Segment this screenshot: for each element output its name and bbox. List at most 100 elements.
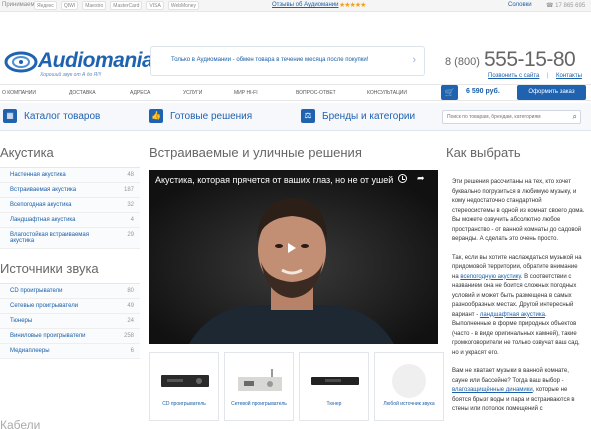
- reviews-link[interactable]: Отзывы об Аудиомании: [272, 2, 339, 8]
- catalog-label: Каталог товаров: [24, 110, 101, 122]
- sidebar-item-label: Настенная акустика: [10, 172, 66, 178]
- payment-logo-qiwi: QIWI: [60, 1, 79, 10]
- product-tile-tuner[interactable]: Тюнер: [299, 352, 369, 421]
- network-player-image: [238, 369, 282, 391]
- chevron-right-icon[interactable]: ›: [412, 54, 416, 66]
- nav-item-about[interactable]: О компании: [2, 90, 36, 96]
- logo-name[interactable]: Audiomania: [38, 49, 154, 73]
- sidebar-item-count: 187: [123, 187, 134, 193]
- video-player[interactable]: Акустика, которая прячется от ваших глаз…: [149, 170, 438, 344]
- promo-text: Только в Аудиомании - обмен товара в теч…: [171, 57, 369, 63]
- moisture-speakers-link[interactable]: влагозащищённые динамики: [452, 387, 533, 393]
- watch-later-icon[interactable]: [398, 174, 407, 183]
- payment-logo-visa: VISA: [146, 1, 164, 10]
- sidebar-item-count: 80: [127, 288, 134, 294]
- cables-title-cut: Кабели: [0, 418, 41, 429]
- logo-swirl-icon[interactable]: [4, 50, 38, 76]
- solutions-label: Готовые решения: [170, 110, 253, 122]
- guide-paragraph: Так, если вы хотите наслаждаться музыкой…: [452, 254, 585, 359]
- sidebar-item-count: 48: [127, 172, 134, 178]
- contacts-link[interactable]: Контакты: [556, 73, 582, 79]
- sidebar-item-wall-speakers[interactable]: Настенная акустика 48: [0, 168, 140, 183]
- nav-item-faq[interactable]: Вопрос-ответ: [296, 90, 336, 96]
- nav-item-consultations[interactable]: Консультации: [367, 90, 407, 96]
- sidebar-item-landscape-speakers[interactable]: Ландшафтная акустика 4: [0, 213, 140, 228]
- payment-logos: Яндекс QIWI Maestro MasterCard VISA WebM…: [34, 1, 200, 10]
- callback-link[interactable]: Позвонить с сайта: [488, 73, 539, 79]
- sidebar-item-label: Ландшафтная акустика: [10, 217, 76, 223]
- cart-icon[interactable]: 🛒: [441, 85, 458, 100]
- brands-menu[interactable]: ⚖ Бренды и категории: [301, 109, 415, 123]
- sidebar-item-outdoor-speakers[interactable]: Всепогодная акустика 32: [0, 198, 140, 213]
- cart-total[interactable]: 6 590 руб.: [466, 88, 500, 95]
- payment-logo-maestro: Maestro: [82, 1, 107, 10]
- sidebar-item-count: 258: [123, 333, 134, 339]
- play-icon[interactable]: [288, 243, 296, 253]
- product-label: Любой источник звука: [383, 401, 435, 407]
- share-icon[interactable]: ➦: [417, 173, 425, 184]
- guide-column: Как выбрать Эти решения рассчитаны на те…: [446, 145, 587, 412]
- top-bar: Принимаем: Яндекс QIWI Maestro MasterCar…: [0, 0, 591, 12]
- sidebar: Акустика Настенная акустика 48 Встраиваем…: [0, 145, 140, 359]
- sidebar-item-count: 32: [127, 202, 134, 208]
- product-tile-cd[interactable]: CD проигрыватель: [149, 352, 219, 421]
- top-phone: ☎ 17 865 695: [546, 3, 586, 9]
- thumbs-up-icon: 👍: [149, 109, 163, 123]
- product-tile-any-source[interactable]: Любой источник звука: [374, 352, 444, 421]
- nav-item-addresses[interactable]: Адреса: [130, 90, 150, 96]
- payment-accept-label: Принимаем:: [2, 2, 37, 8]
- outdoor-speakers-link[interactable]: всепогодную акустику: [460, 274, 520, 280]
- tuner-image: [311, 377, 359, 385]
- payment-logo-mastercard: MasterCard: [110, 1, 143, 10]
- catalog-menu[interactable]: ▦ Каталог товаров: [3, 109, 100, 123]
- sidebar-item-in-wall-speakers[interactable]: Встраиваемая акустика 187: [0, 183, 140, 198]
- brands-label: Бренды и категории: [322, 110, 416, 122]
- page-title: Встраиваемые и уличные решения: [149, 145, 362, 160]
- cart-widget: 🛒 6 590 руб. Оформить заказ: [440, 83, 588, 102]
- sidebar-item-network-players[interactable]: Сетевые проигрыватели 49: [0, 299, 140, 314]
- sidebar-item-label: Виниловые проигрыватели: [10, 333, 86, 339]
- nav-item-delivery[interactable]: Доставка: [69, 90, 96, 96]
- checkout-button[interactable]: Оформить заказ: [517, 85, 586, 100]
- sidebar-item-cd-players[interactable]: CD проигрыватели 80: [0, 284, 140, 299]
- acoustics-list: Настенная акустика 48 Встраиваемая акусти…: [0, 167, 140, 249]
- city-selector[interactable]: Соловки: [508, 2, 532, 8]
- sidebar-item-moisture-speakers[interactable]: Влагостойкая встраиваемая акустика 29: [0, 228, 140, 249]
- video-title: Акустика, которая прячется от ваших глаз…: [155, 175, 394, 185]
- search-input[interactable]: [443, 111, 561, 123]
- payment-logo-yandex: Яндекс: [34, 1, 57, 10]
- promo-banner[interactable]: Только в Аудиомании - обмен товара в теч…: [150, 46, 425, 76]
- sidebar-item-label: Медиаплееры: [10, 348, 50, 354]
- video-frame-image: [149, 170, 438, 344]
- header: Audiomania Хороший звук от А до Я!!! Тол…: [0, 14, 591, 84]
- sources-title: Источники звука: [0, 261, 99, 276]
- sidebar-item-vinyl-players[interactable]: Виниловые проигрыватели 258: [0, 329, 140, 344]
- scale-icon: ⚖: [301, 109, 315, 123]
- logo-tagline: Хороший звук от А до Я!!!: [40, 72, 102, 78]
- solutions-menu[interactable]: 👍 Готовые решения: [149, 109, 252, 123]
- sidebar-item-label: CD проигрыватели: [10, 288, 63, 294]
- product-tiles: CD проигрыватель Сетевой проигрыватель Т…: [149, 352, 444, 421]
- phone-prefix: 8 (800): [445, 56, 480, 68]
- no-image-placeholder: [392, 364, 426, 398]
- sidebar-item-tuners[interactable]: Тюнеры 24: [0, 314, 140, 329]
- nav-item-hifi-world[interactable]: Мир Hi-Fi: [234, 90, 258, 96]
- product-tile-network[interactable]: Сетевой проигрыватель: [224, 352, 294, 421]
- category-bar: ▦ Каталог товаров 👍 Готовые решения ⚖ Бр…: [0, 103, 591, 131]
- sidebar-item-label: Сетевые проигрыватели: [10, 303, 79, 309]
- sidebar-item-count: 24: [127, 318, 134, 324]
- phone-number: 555-15-80: [484, 48, 576, 71]
- grid-icon: ▦: [3, 109, 17, 123]
- sidebar-item-media-players[interactable]: Медиаплееры 6: [0, 344, 140, 359]
- cd-player-image: [161, 375, 209, 387]
- search-icon[interactable]: ⌕: [573, 112, 577, 122]
- sources-list: CD проигрыватели 80 Сетевые проигрыватели…: [0, 283, 140, 359]
- nav-item-services[interactable]: Услуги: [183, 90, 202, 96]
- rating-stars: ★★★★★: [339, 2, 366, 9]
- sidebar-item-count: 4: [130, 217, 134, 223]
- acoustics-title: Акустика: [0, 145, 54, 160]
- landscape-speakers-link[interactable]: ландшафтная акустика: [480, 312, 545, 318]
- product-label: CD проигрыватель: [162, 401, 206, 407]
- guide-title: Как выбрать: [446, 145, 521, 160]
- product-label: Сетевой проигрыватель: [231, 401, 287, 407]
